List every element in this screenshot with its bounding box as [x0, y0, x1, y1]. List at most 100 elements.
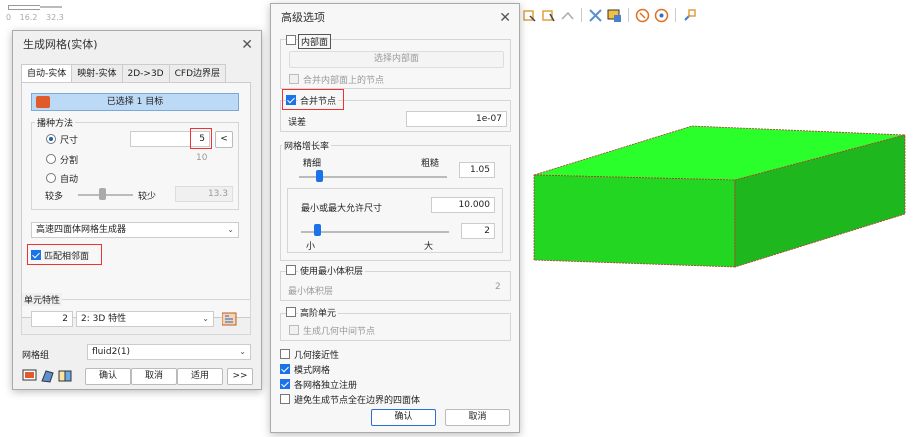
info-icon[interactable]: [635, 8, 650, 23]
generate-mesh-dialog: 生成网格(实体) ✕ 自动-实体 映射-实体 2D->3D CFD边界层 已选择…: [12, 30, 262, 390]
ruler-tick: 32.3: [46, 13, 64, 22]
dialog-title: 生成网格(实体) ✕: [13, 31, 261, 59]
properties-icon[interactable]: [221, 312, 237, 326]
avoid-boundary-tet-label: 避免生成节点全在边界的四面体: [294, 396, 421, 406]
small-label: 小: [306, 242, 316, 252]
mesh-view-icon[interactable]: [22, 369, 37, 383]
model-viewport[interactable]: [520, 110, 914, 280]
max-min-size-input[interactable]: 10.000: [431, 197, 495, 213]
ruler-bar: [8, 5, 40, 10]
advanced-options-dialog: 高级选项 ✕ 内部面 选择内部面 合并内部面上的节点 合并节点 误差 1e-07…: [270, 3, 520, 433]
divide-value: 10: [196, 153, 208, 163]
mesh-group-value: fluid2(1): [92, 347, 131, 357]
generator-value: 高速四面体网格生成器: [36, 225, 127, 235]
size-radio[interactable]: [46, 134, 56, 144]
inner-face-checkbox[interactable]: [286, 35, 296, 45]
high-order-checkbox[interactable]: [286, 307, 296, 317]
highlight-match-adjacent: [27, 244, 102, 265]
size-slider-thumb[interactable]: [314, 224, 321, 236]
green-box-model: [533, 125, 906, 268]
apply-button[interactable]: 适用: [177, 368, 223, 385]
geo-mid-nodes-label: 生成几何中间节点: [303, 327, 376, 337]
ruler-tick: 0: [6, 13, 12, 22]
mesh-group-select[interactable]: fluid2(1) ⌄: [87, 344, 251, 360]
toolbar-separator: [675, 8, 676, 22]
mesh-group-label: 网格组: [22, 351, 50, 361]
target-label: 已选择 1 目标: [106, 97, 164, 107]
target-selector[interactable]: 已选择 1 目标: [31, 93, 239, 111]
element-type-value: 2: 3D 特性: [81, 314, 127, 324]
divide-label: 分割: [60, 156, 79, 166]
geo-proximity-checkbox[interactable]: [280, 349, 290, 359]
mesh-book-icon[interactable]: [58, 369, 73, 383]
size-slider-track[interactable]: [301, 231, 449, 233]
more-button[interactable]: >>: [227, 368, 253, 385]
high-order-label: 高阶单元: [298, 306, 339, 319]
mesh-settings-icon[interactable]: [40, 369, 55, 383]
min-volume-label: 使用最小体积层: [298, 264, 366, 277]
merge-inner-nodes-checkbox[interactable]: [289, 74, 299, 84]
independent-register-checkbox[interactable]: [280, 379, 290, 389]
toolbar-separator: [628, 8, 629, 22]
density-slider-thumb[interactable]: [99, 188, 106, 200]
max-min-size-label: 最小或最大允许尺寸: [301, 204, 383, 214]
measure-icon[interactable]: [654, 8, 669, 23]
avoid-boundary-tet-checkbox[interactable]: [280, 394, 290, 404]
close-icon[interactable]: ✕: [499, 4, 511, 32]
dialog-title: 高级选项 ✕: [271, 4, 519, 32]
geo-proximity-label: 几何接近性: [294, 351, 340, 361]
tab-mapped-solid[interactable]: 映射-实体: [71, 64, 123, 82]
highlight-merge-nodes: [282, 89, 344, 110]
coarse-label: 粗糙: [421, 159, 440, 169]
dialog-title-text: 高级选项: [281, 11, 325, 24]
dialog-title-text: 生成网格(实体): [23, 38, 98, 51]
target-arrow-icon: [36, 96, 50, 108]
merge-inner-nodes-label: 合并内部面上的节点: [303, 76, 385, 86]
min-volume-value: 2: [495, 282, 501, 292]
auto-label: 自动: [60, 175, 79, 185]
ok-button[interactable]: 确认: [371, 409, 436, 426]
element-type-select[interactable]: 2: 3D 特性 ⌄: [76, 311, 214, 327]
fine-label: 精细: [303, 159, 322, 169]
growth-value-input[interactable]: 1.05: [459, 162, 495, 178]
cancel-button[interactable]: 取消: [131, 368, 177, 385]
select-edge-icon[interactable]: [541, 8, 556, 23]
generator-select[interactable]: 高速四面体网格生成器 ⌄: [31, 222, 239, 238]
link-icon[interactable]: [682, 8, 697, 23]
tolerance-input[interactable]: 1e-07: [406, 111, 507, 127]
ruler-bar-segment: [40, 6, 62, 8]
auto-radio[interactable]: [46, 173, 56, 183]
auto-value-field: 13.3: [175, 186, 233, 202]
independent-register-label: 各网格独立注册: [294, 381, 358, 391]
pattern-mesh-label: 模式网格: [294, 366, 331, 376]
seed-method-label: 播种方法: [35, 116, 76, 129]
geo-mid-nodes-checkbox[interactable]: [289, 325, 299, 335]
min-volume-checkbox[interactable]: [286, 265, 296, 275]
tab-cfd-boundary[interactable]: CFD边界层: [168, 64, 227, 82]
select-face-icon[interactable]: [522, 8, 537, 23]
ruler-ticks: 0 16.2 32.3: [6, 13, 70, 22]
growth-slider-thumb[interactable]: [316, 170, 323, 182]
cancel-button[interactable]: 取消: [445, 409, 510, 426]
ratio-input[interactable]: 2: [461, 223, 495, 239]
element-props-label: 单元特性: [22, 293, 63, 306]
size-pick-button[interactable]: <: [215, 131, 233, 148]
big-label: 大: [424, 242, 434, 252]
ok-button[interactable]: 确认: [85, 368, 131, 385]
tab-auto-solid[interactable]: 自动-实体: [21, 64, 73, 83]
hide-icon[interactable]: [588, 8, 603, 23]
mesh-tabs: 自动-实体 映射-实体 2D->3D CFD边界层: [21, 64, 227, 83]
highlight-size: [190, 128, 212, 149]
inner-face-label: 内部面: [298, 34, 332, 49]
element-props-input[interactable]: 2: [31, 311, 73, 327]
scale-ruler: 0 16.2 32.3: [6, 3, 76, 23]
size-label: 尺寸: [60, 136, 79, 146]
chevron-down-icon: ⌄: [239, 347, 246, 356]
divide-radio[interactable]: [46, 154, 56, 164]
close-icon[interactable]: ✕: [241, 31, 253, 59]
tab-2d-3d[interactable]: 2D->3D: [121, 64, 170, 82]
pattern-mesh-checkbox[interactable]: [280, 364, 290, 374]
select-inner-face-button[interactable]: 选择内部面: [289, 51, 504, 68]
select-body-icon[interactable]: [560, 8, 575, 23]
view-icon[interactable]: [607, 8, 622, 23]
